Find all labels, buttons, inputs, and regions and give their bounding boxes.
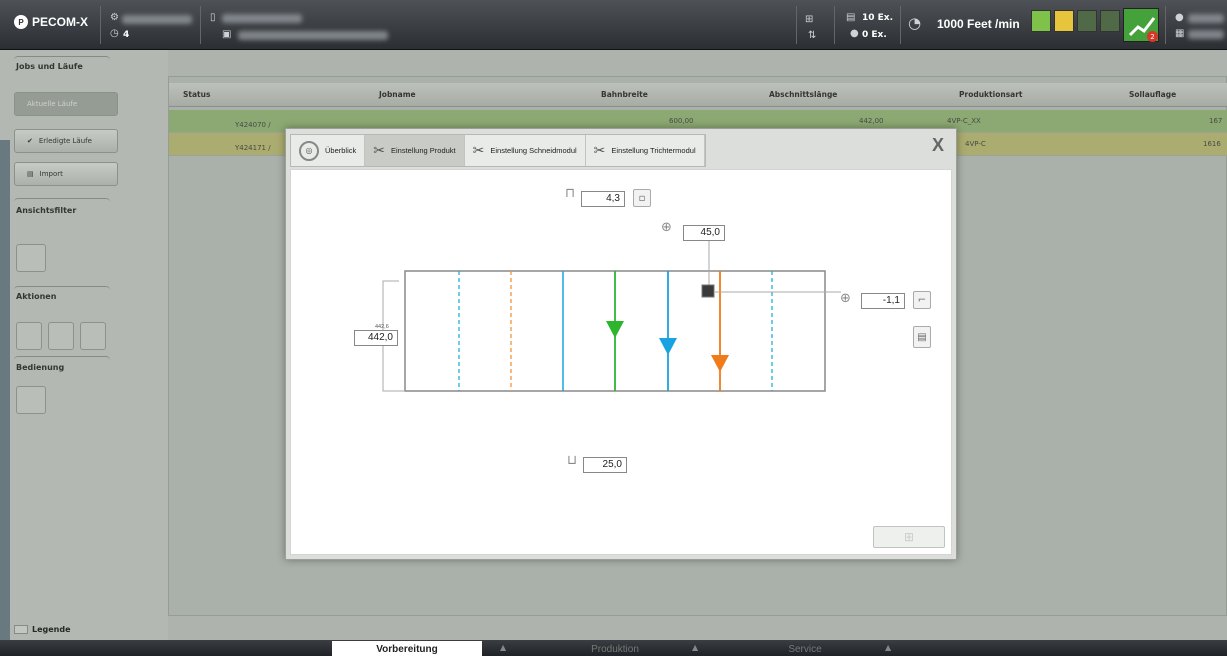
tab-overview[interactable]: ◎ Überblick [291, 135, 366, 166]
tab-funnel-module[interactable]: ✂ Einstellung Trichtermodul [586, 135, 705, 166]
grid-icon: ⊞ [903, 530, 915, 544]
notification-badge: 2 [1147, 31, 1158, 42]
confirm-button[interactable]: ⊞ [873, 526, 945, 548]
counter-value: 4 [123, 30, 130, 40]
dialog-tabs: ◎ Überblick ✂ Einstellung Produkt ✂ Eins… [290, 134, 706, 167]
logo-text: PECOM-X [32, 15, 89, 29]
sort-icon: ⇅ [808, 30, 817, 41]
chevron-up-icon[interactable]: ▲ [885, 643, 891, 652]
tab-production[interactable]: Produktion [540, 641, 690, 656]
drop-icon: ● [850, 28, 859, 39]
cutting-module-icon: ✂ [472, 142, 485, 158]
length-field[interactable]: 442,0 [354, 330, 398, 346]
crosshair-icon: ⊕ [661, 220, 672, 235]
tab-preparation[interactable]: Vorbereitung [332, 641, 482, 656]
apply-width-button[interactable]: ▫ [633, 189, 651, 207]
offset-right-field[interactable]: -1,1 [861, 293, 905, 309]
copies-top: 10 Ex. [862, 13, 894, 23]
blurred-text [238, 31, 388, 40]
chevron-up-icon[interactable]: ▲ [500, 643, 506, 652]
copies-bottom: 0 Ex. [862, 30, 887, 40]
separator [834, 6, 835, 44]
document-icon: ▯ [210, 12, 216, 23]
folder-icon: ▣ [222, 29, 232, 40]
blurred-text [1188, 14, 1224, 23]
offset-top-field[interactable]: 45,0 [683, 225, 725, 241]
tab-product-settings[interactable]: ✂ Einstellung Produkt [365, 135, 465, 166]
crosshair-icon: ⊕ [840, 291, 851, 306]
logo-icon: P [14, 15, 28, 29]
blurred-text [1188, 30, 1224, 39]
top-width-field[interactable]: 4,3 [581, 191, 625, 207]
tab-funnel-module-label: Einstellung Trichtermodul [611, 146, 696, 155]
separator [200, 6, 201, 44]
web-diagram [382, 240, 841, 392]
product-settings-dialog: ◎ Überblick ✂ Einstellung Produkt ✂ Eins… [285, 128, 957, 560]
tab-overview-label: Überblick [325, 146, 357, 155]
blurred-text [222, 14, 302, 23]
yellow-status-button[interactable] [1054, 10, 1074, 32]
speedometer-icon: ◔ [908, 14, 922, 32]
separator [900, 6, 901, 44]
user-icon: ● [1175, 12, 1184, 23]
reference-marker [701, 284, 715, 298]
close-button[interactable]: X [932, 135, 944, 156]
separator [796, 6, 797, 44]
width-icon: ⊓ [565, 186, 576, 201]
chevron-up-icon[interactable]: ▲ [692, 643, 698, 652]
speed-display: 1000 Feet /min [937, 17, 1020, 31]
app-logo: P PECOM-X [14, 15, 88, 29]
separator [100, 6, 101, 44]
copies-icon: ▤ [846, 12, 856, 23]
tab-product-settings-label: Einstellung Produkt [391, 146, 456, 155]
step-button[interactable]: ⌐ [913, 291, 931, 309]
length-icon: ⊔ [567, 453, 578, 468]
lock-icon: ⊞ [805, 14, 814, 25]
product-layout-canvas: ⊓ 4,3 ▫ ⊕ 45,0 ⊕ -1,1 ⌐ ▤ 442,6 442,0 ⊔ … [290, 169, 952, 555]
split-button[interactable] [1100, 10, 1120, 32]
bottom-bar: Vorbereitung ▲ Produktion ▲ Service ▲ [0, 640, 1227, 656]
bottom-field[interactable]: 25,0 [583, 457, 627, 473]
calendar-icon: ▦ [1175, 28, 1185, 39]
top-bar: P PECOM-X ⚙ ◷ 4 ▯ ▣ ⊞ ⇅ ▤ 10 Ex. ● 0 Ex.… [0, 0, 1227, 50]
tab-service[interactable]: Service [730, 641, 880, 656]
blurred-text [122, 15, 192, 24]
funnel-module-icon: ✂ [593, 142, 606, 158]
clipboard-icon[interactable]: ▤ [913, 326, 931, 348]
gear-icon: ⚙ [110, 12, 119, 23]
tab-cutting-module[interactable]: ✂ Einstellung Schneidmodul [465, 135, 586, 166]
clock-icon: ◷ [110, 28, 119, 39]
separator [1165, 6, 1166, 44]
overview-icon: ◎ [299, 140, 319, 161]
delete-button[interactable] [1077, 10, 1097, 32]
tab-cutting-module-label: Einstellung Schneidmodul [490, 146, 577, 155]
grid-view-button[interactable] [1031, 10, 1051, 32]
product-settings-icon: ✂ [373, 142, 385, 158]
